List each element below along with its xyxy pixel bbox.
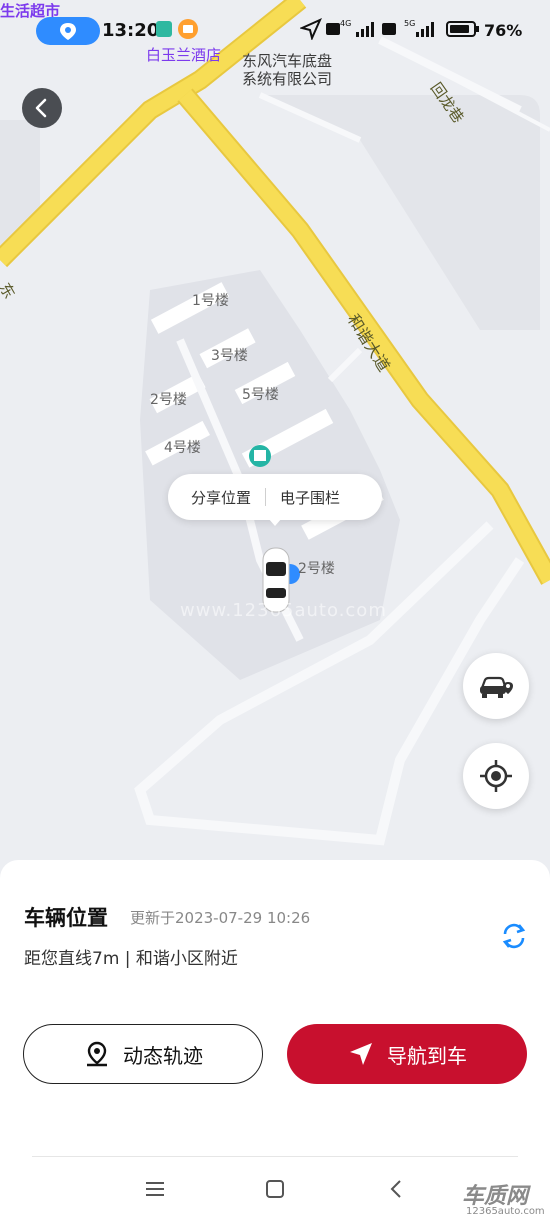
back-button[interactable] (22, 88, 62, 128)
vehicle-action-popup: 分享位置 电子围栏 (168, 474, 382, 526)
sheet-title: 车辆位置 (24, 906, 108, 930)
signal-5g-icon: 5G (382, 19, 434, 37)
refresh-icon (502, 923, 526, 949)
crosshair-icon (480, 760, 512, 792)
watermark: www.12365auto.com (180, 600, 387, 621)
svg-text:4G: 4G (340, 19, 351, 28)
building-label: 3号楼 (211, 348, 248, 364)
navigation-arrow-icon (300, 18, 322, 40)
back-nav-icon[interactable] (386, 1178, 408, 1200)
app-notification-icons (156, 19, 198, 39)
distance-text: 距您直线7m | 和谐小区附近 (24, 949, 238, 969)
map-view[interactable]: 白玉兰酒店 东风汽车底盘 系统有限公司 回龙巷 和谐大道 东 1号楼 3号楼 2… (0, 0, 550, 880)
navigation-arrow-icon (350, 1043, 372, 1065)
electronic-fence-button[interactable]: 电子围栏 (280, 487, 340, 508)
signal-4g-icon: 4G (326, 19, 374, 37)
navigate-to-car-button[interactable]: 导航到车 (287, 1024, 527, 1084)
route-pin-icon (87, 1041, 107, 1067)
update-timestamp: 更新于2023-07-29 10:26 (130, 909, 311, 927)
building-label: 2号楼 (150, 392, 187, 408)
my-location-button[interactable] (463, 743, 529, 809)
poi-company-label-line1[interactable]: 东风汽车底盘 (242, 52, 332, 71)
building-label: 4号楼 (164, 440, 201, 456)
share-location-button[interactable]: 分享位置 (191, 487, 251, 508)
battery-percent: 76% (484, 21, 523, 40)
battery-icon (446, 21, 479, 37)
status-time: 13:20 (102, 20, 160, 41)
location-pin-icon (60, 23, 76, 40)
car-location-icon (480, 676, 513, 698)
nav-divider (32, 1156, 518, 1157)
dynamic-track-label: 动态轨迹 (123, 1043, 203, 1068)
site-url: 12365auto.com (466, 1206, 545, 1217)
menu-icon[interactable] (144, 1178, 166, 1200)
chevron-left-icon (35, 98, 47, 118)
svg-text:5G: 5G (404, 19, 415, 28)
navigate-to-car-label: 导航到车 (387, 1043, 467, 1068)
home-icon[interactable] (264, 1178, 286, 1200)
building-label: 5号楼 (242, 387, 279, 403)
poi-company-label-line2[interactable]: 系统有限公司 (242, 70, 332, 89)
refresh-button[interactable] (498, 920, 530, 952)
building-label: 2号楼 (298, 561, 335, 577)
popup-divider (265, 488, 267, 506)
locate-car-button[interactable] (463, 653, 529, 719)
popup-pointer (268, 518, 282, 526)
status-bar: 生活超市 13:20 4G 5G 76% (0, 0, 550, 50)
dynamic-track-button[interactable]: 动态轨迹 (23, 1024, 263, 1084)
building-label: 1号楼 (192, 293, 229, 309)
vehicle-location-sheet: 车辆位置 更新于2023-07-29 10:26 距您直线7m | 和谐小区附近… (0, 860, 550, 1222)
location-pill[interactable] (36, 17, 100, 45)
map-canvas[interactable] (0, 0, 550, 880)
